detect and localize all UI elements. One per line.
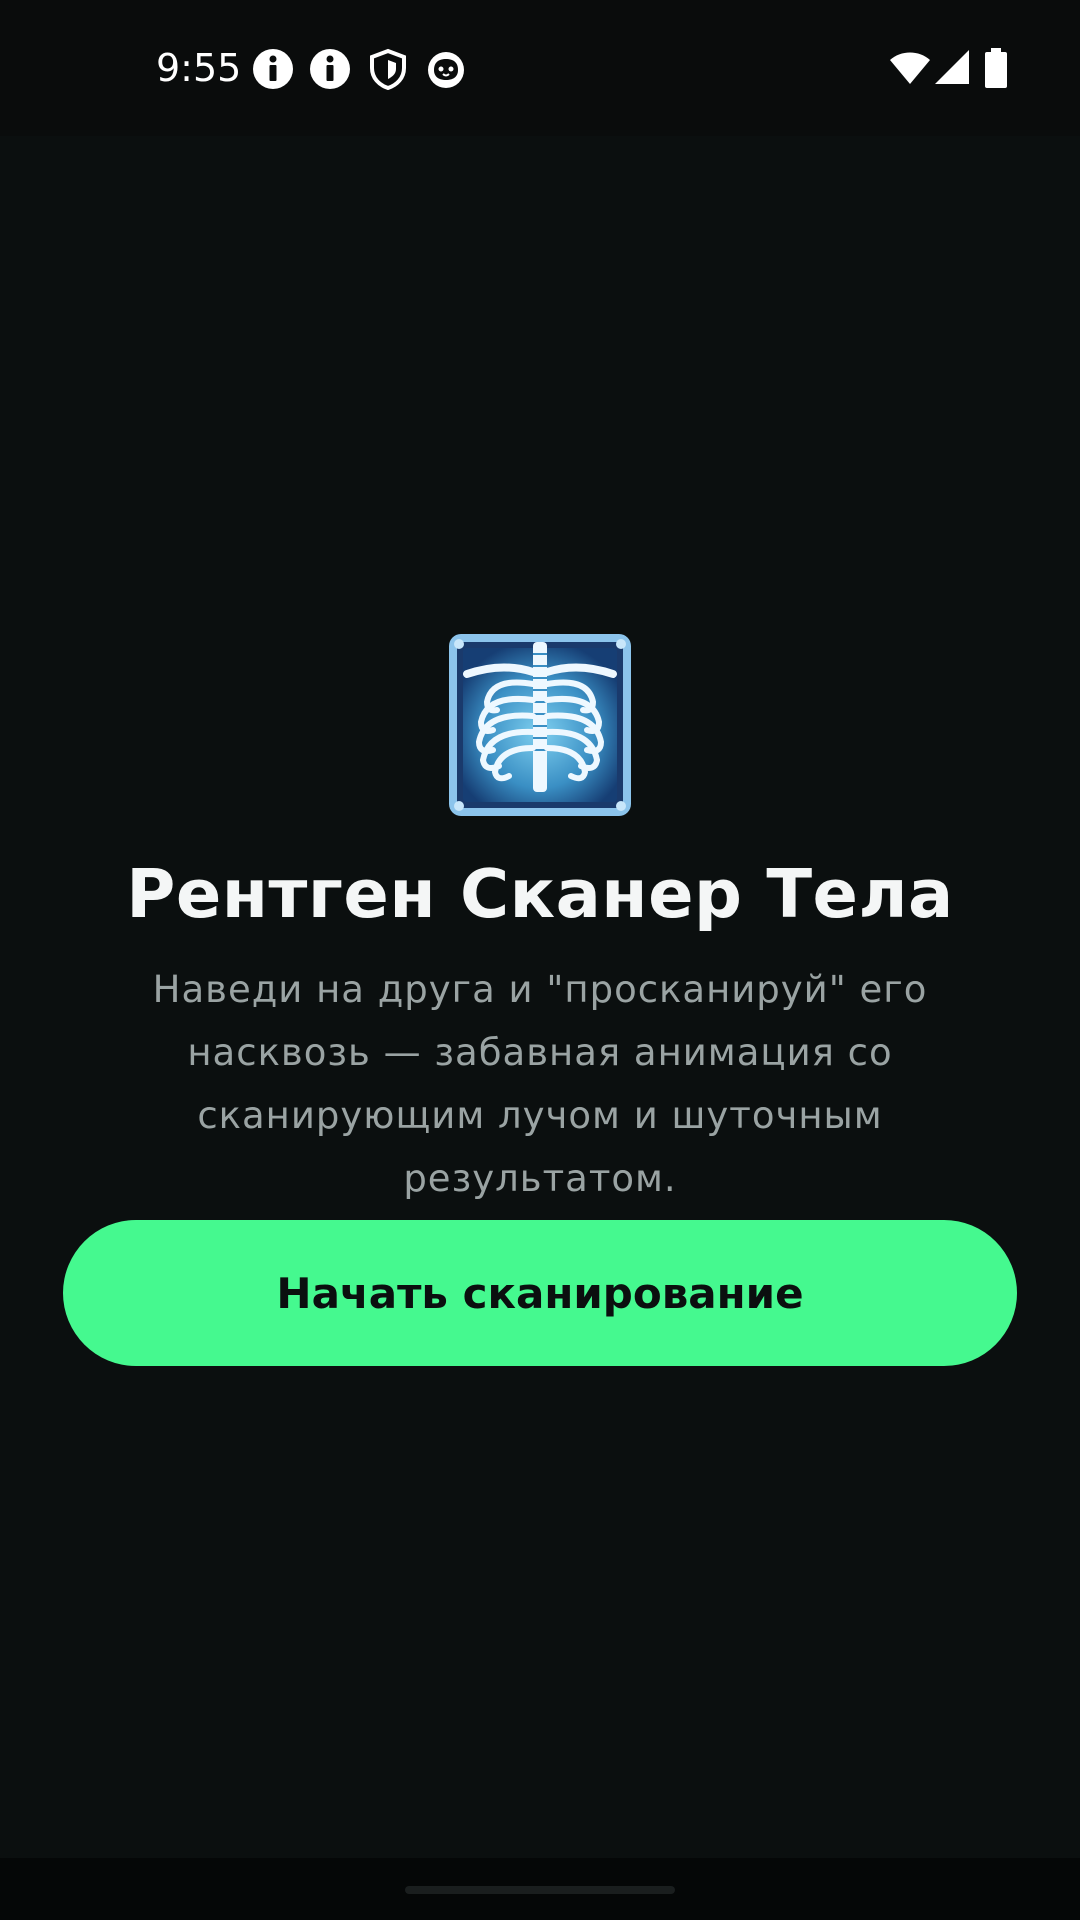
info-icon — [310, 49, 350, 89]
status-bar: 9:55 — [0, 0, 1080, 136]
status-time: 9:55 — [156, 46, 242, 90]
wifi-icon — [890, 52, 930, 84]
battery-icon — [985, 48, 1007, 88]
navigation-bar — [0, 1858, 1080, 1920]
cellular-signal-icon — [935, 50, 969, 84]
cat-face-icon — [428, 52, 464, 88]
start-scan-button-label: Начать сканирование — [276, 1268, 804, 1318]
shield-icon — [370, 48, 406, 90]
info-icon — [253, 49, 293, 89]
start-scan-button[interactable]: Начать сканирование — [63, 1220, 1017, 1366]
app-title: Рентген Сканер Тела — [126, 855, 954, 933]
app-screen: 9:55 Рентген Сканер Тела Наведи на друга… — [0, 0, 1080, 1920]
app-description: Наведи на друга и "просканируй" его наск… — [152, 968, 928, 1200]
home-gesture-handle[interactable] — [405, 1886, 675, 1894]
xray-chest-icon — [449, 634, 631, 816]
